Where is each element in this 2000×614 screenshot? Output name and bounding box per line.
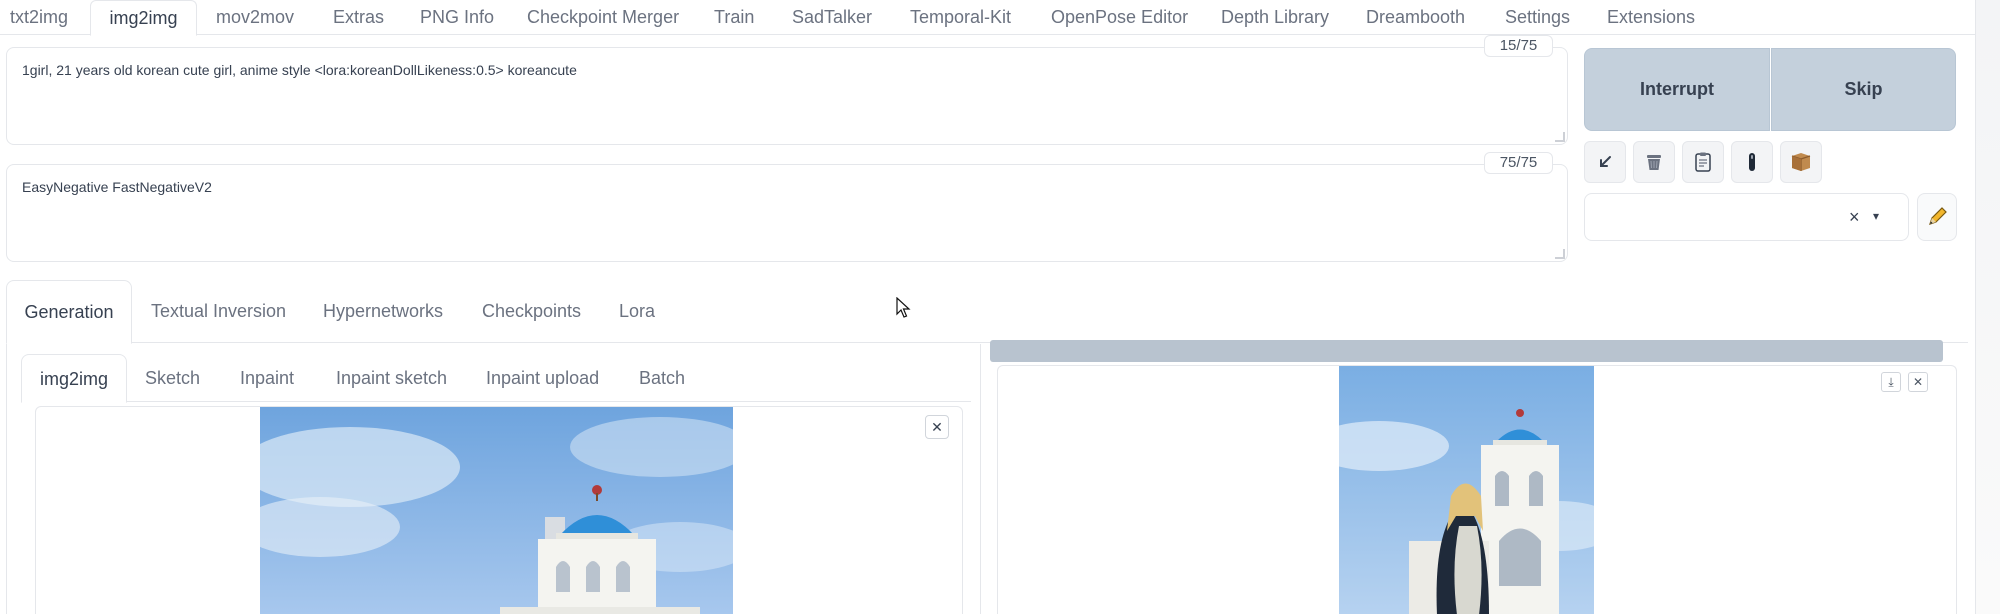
output-image[interactable] bbox=[1339, 366, 1594, 614]
clipboard-icon bbox=[1695, 152, 1711, 172]
prompt-text: 1girl, 21 years old korean cute girl, an… bbox=[22, 62, 577, 78]
arrow-read-icon bbox=[1600, 156, 1611, 167]
page-scrollbar[interactable] bbox=[1975, 0, 2000, 614]
save-style-icon bbox=[1791, 153, 1811, 171]
tab-inpaint[interactable]: Inpaint bbox=[240, 354, 294, 402]
trash-icon bbox=[1647, 155, 1661, 170]
tab-train[interactable]: Train bbox=[714, 0, 754, 35]
tab-checkpoints[interactable]: Checkpoints bbox=[482, 280, 581, 343]
close-icon[interactable]: ✕ bbox=[925, 415, 949, 439]
close-icon[interactable]: ✕ bbox=[1908, 372, 1928, 392]
tab-temporal-kit[interactable]: Temporal-Kit bbox=[910, 0, 1011, 35]
tab-generation[interactable]: Generation bbox=[6, 280, 132, 344]
interrupt-button[interactable]: Interrupt bbox=[1584, 48, 1770, 131]
chevron-down-icon[interactable]: ▾ bbox=[1873, 209, 1879, 223]
show-extra-networks-button[interactable] bbox=[1731, 141, 1773, 183]
tab-img2img[interactable]: img2img bbox=[90, 0, 197, 36]
tab-mov2mov[interactable]: mov2mov bbox=[216, 0, 294, 35]
tab-txt2img[interactable]: txt2img bbox=[10, 0, 68, 35]
input-image-dropzone[interactable]: ✕ bbox=[35, 406, 963, 614]
download-icon[interactable]: ⤓ bbox=[1881, 372, 1901, 392]
output-gallery: ⤓ ✕ bbox=[997, 365, 1957, 614]
extra-networks-icon bbox=[1749, 153, 1755, 171]
tab-sketch[interactable]: Sketch bbox=[145, 354, 200, 402]
read-generation-params-button[interactable] bbox=[1584, 141, 1626, 183]
prompt-token-counter: 15/75 bbox=[1484, 35, 1553, 57]
progress-bar bbox=[990, 340, 1943, 362]
edit-styles-button[interactable] bbox=[1917, 193, 1957, 241]
tab-extras[interactable]: Extras bbox=[333, 0, 384, 35]
tab-textual-inversion[interactable]: Textual Inversion bbox=[151, 280, 286, 343]
tab-hypernetworks[interactable]: Hypernetworks bbox=[323, 280, 443, 343]
tab-inpaint-upload[interactable]: Inpaint upload bbox=[486, 354, 599, 402]
tab-png-info[interactable]: PNG Info bbox=[420, 0, 494, 35]
save-style-button[interactable] bbox=[1780, 141, 1822, 183]
tab-lora[interactable]: Lora bbox=[619, 280, 655, 343]
negative-prompt-textarea[interactable]: EasyNegative FastNegativeV2 bbox=[6, 164, 1568, 262]
extra-networks-tab-bar: Generation Textual Inversion Hypernetwor… bbox=[6, 280, 1968, 344]
img2img-mode-tabs: img2img Sketch Inpaint Inpaint sketch In… bbox=[21, 354, 971, 403]
img2img-input-panel: img2img Sketch Inpaint Inpaint sketch In… bbox=[6, 344, 981, 614]
tab-openpose-editor[interactable]: OpenPose Editor bbox=[1051, 0, 1188, 35]
tab-sadtalker[interactable]: SadTalker bbox=[792, 0, 872, 35]
clear-prompt-button[interactable] bbox=[1633, 141, 1675, 183]
resize-handle[interactable] bbox=[1555, 132, 1565, 142]
resize-handle[interactable] bbox=[1555, 249, 1565, 259]
tab-dreambooth[interactable]: Dreambooth bbox=[1366, 0, 1465, 35]
prompt-textarea[interactable]: 1girl, 21 years old korean cute girl, an… bbox=[6, 47, 1568, 145]
top-tab-bar: txt2img img2img mov2mov Extras PNG Info … bbox=[0, 0, 1975, 36]
pencil-icon bbox=[1929, 207, 1947, 225]
tab-settings[interactable]: Settings bbox=[1505, 0, 1570, 35]
skip-button[interactable]: Skip bbox=[1771, 48, 1956, 131]
tab-checkpoint-merger[interactable]: Checkpoint Merger bbox=[527, 0, 679, 35]
tab-batch[interactable]: Batch bbox=[639, 354, 685, 402]
styles-dropdown[interactable]: × ▾ bbox=[1584, 193, 1909, 241]
clear-icon[interactable]: × bbox=[1849, 207, 1860, 228]
negative-prompt-token-counter: 75/75 bbox=[1484, 152, 1553, 174]
negative-prompt-text: EasyNegative FastNegativeV2 bbox=[22, 179, 212, 195]
tab-depth-library[interactable]: Depth Library bbox=[1221, 0, 1329, 35]
mouse-cursor-icon bbox=[896, 297, 911, 318]
input-image bbox=[260, 407, 733, 614]
tab-img2img-mode[interactable]: img2img bbox=[21, 354, 127, 403]
tab-extensions[interactable]: Extensions bbox=[1607, 0, 1695, 35]
tab-inpaint-sketch[interactable]: Inpaint sketch bbox=[336, 354, 447, 402]
apply-style-button[interactable] bbox=[1682, 141, 1724, 183]
